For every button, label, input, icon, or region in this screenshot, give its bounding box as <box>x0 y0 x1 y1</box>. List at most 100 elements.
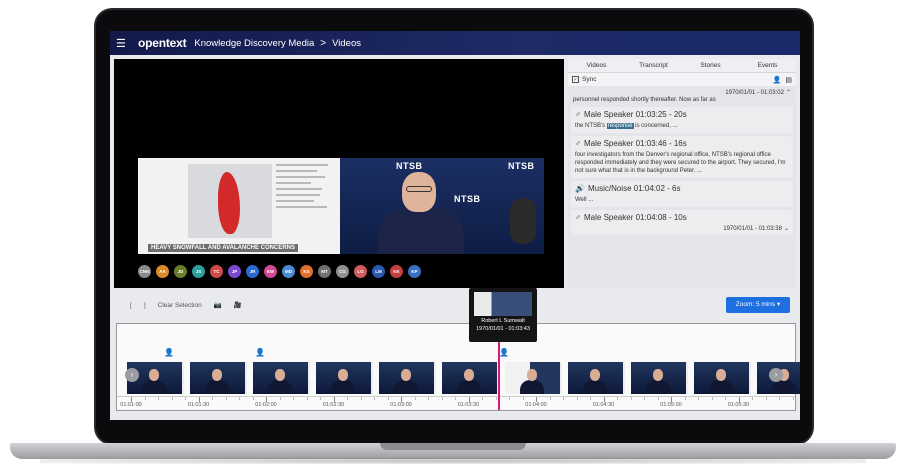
participant-avatar: KK <box>390 264 403 278</box>
clear-selection-button[interactable]: Clear Selection <box>158 302 202 309</box>
panel-tabs: Videos Transcript Stories Events <box>568 59 796 73</box>
brand-logo[interactable]: opentext <box>138 36 187 50</box>
participant-avatar: TC <box>210 264 223 278</box>
axis-minor-tick <box>549 397 551 400</box>
speaker-icon: 🔊 <box>575 184 585 193</box>
breadcrumb-chevron-icon: > <box>320 37 327 49</box>
presentation-slide: HEAVY SNOWFALL AND AVALANCHE CONCERNS <box>138 158 340 254</box>
zoom-dropdown-button[interactable]: Zoom: 5 mins ▾ <box>726 297 790 313</box>
speaker-body <box>378 208 464 254</box>
timeline-controls: [ ] Clear Selection 📷 🎥 Zoom: 5 mins ▾ <box>114 293 796 317</box>
search-highlight[interactable]: response <box>606 123 634 129</box>
timeline[interactable]: 👤 👤 👤 ‹ › 01:01:00 01:01:30 01:02:00 01:02:… <box>116 323 800 411</box>
axis-tick-label: 01:05:30 <box>727 402 750 408</box>
timeline-thumbnail[interactable] <box>694 362 751 394</box>
axis-minor-tick <box>441 397 443 400</box>
hover-tooltip: Robert L Sumwalt 1970/01/01 - 01:03:43 <box>469 288 537 342</box>
timeline-thumbnail[interactable] <box>505 362 562 394</box>
axis-minor-tick <box>765 397 767 400</box>
thumbnail-person-head <box>464 369 474 381</box>
segment-text: four investigators from the Denver's reg… <box>575 152 786 174</box>
chevron-right-icon[interactable]: › <box>769 368 783 382</box>
participant-avatar: KW <box>264 264 277 278</box>
chevron-up-icon[interactable]: ⌃ <box>786 89 791 96</box>
axis-minor-tick <box>171 397 173 400</box>
thumbnail-person-body <box>520 380 544 394</box>
timeline-thumbnail[interactable] <box>568 362 625 394</box>
mark-out-button[interactable]: ] <box>144 302 146 309</box>
axis-minor-tick <box>792 397 794 400</box>
axis-tick-label: 01:01:30 <box>187 402 210 408</box>
speaker-glasses <box>406 186 432 192</box>
tab-transcript[interactable]: Transcript <box>625 59 682 72</box>
participant-avatar: JP <box>228 264 241 278</box>
laptop-shadow <box>40 458 866 464</box>
axis-tick-label: 01:01:00 <box>120 402 142 408</box>
transcript-segment[interactable]: ♂ Male Speaker 01:04:08 - 10s 1970/01/01… <box>571 210 793 235</box>
chevron-down-icon[interactable]: ⌄ <box>784 225 789 232</box>
top-bar: ☰ opentext Knowledge Discovery Media > V… <box>110 31 800 55</box>
timeline-thumbnail[interactable] <box>190 362 247 394</box>
sync-checkbox[interactable]: ✓ <box>572 76 579 83</box>
right-panel: Videos Transcript Stories Events ✓ Sync … <box>568 59 796 288</box>
male-icon: ♂ <box>575 139 581 148</box>
axis-minor-tick <box>428 397 429 400</box>
video-player[interactable]: HEAVY SNOWFALL AND AVALANCHE CONCERNS NT… <box>114 59 564 288</box>
thumbnail-person-head <box>338 369 348 381</box>
ntsb-sign: NTSB <box>508 161 535 171</box>
person-icon: 👤 <box>255 348 265 357</box>
participant-avatar: CNN <box>138 264 151 278</box>
axis-minor-tick <box>252 397 254 400</box>
breadcrumb-videos[interactable]: Videos <box>332 38 361 49</box>
bottom-timestamp: 1970/01/01 - 01:03:38 <box>723 225 782 232</box>
mark-in-button[interactable]: [ <box>130 302 132 309</box>
slide-caption: HEAVY SNOWFALL AND AVALANCHE CONCERNS <box>148 244 299 252</box>
hamburger-icon[interactable]: ☰ <box>116 37 130 50</box>
thumbnail-person-body <box>268 380 292 394</box>
participant-avatar: JR <box>246 264 259 278</box>
transcript-segment[interactable]: ♂ Male Speaker 01:03:46 - 16s four inves… <box>571 136 793 178</box>
speaker-video-tile: NTSB NTSB NTSB <box>340 158 544 254</box>
video-camera-icon[interactable]: 🎥 <box>234 301 242 309</box>
participant-avatar: CG <box>336 264 349 278</box>
axis-minor-tick <box>590 397 591 400</box>
tab-stories[interactable]: Stories <box>682 59 739 72</box>
timeline-thumbnail[interactable] <box>253 362 310 394</box>
laptop-notch <box>380 443 526 450</box>
timeline-thumbnail[interactable] <box>442 362 499 394</box>
axis-tick-label: 01:02:30 <box>322 402 345 408</box>
thumbnail-person-body <box>394 380 418 394</box>
thumbnail-person-head <box>149 369 159 381</box>
tooltip-timestamp: 1970/01/01 - 01:03:43 <box>476 326 530 332</box>
camera-icon[interactable]: 📷 <box>214 301 222 309</box>
axis-minor-tick <box>779 397 780 400</box>
timeline-thumbnail[interactable] <box>379 362 436 394</box>
thumbnail-person-body <box>457 380 481 394</box>
timeline-thumbnail[interactable] <box>316 362 373 394</box>
thumbnail-person-body <box>709 380 733 394</box>
segment-text: the NTSB's <box>575 123 607 129</box>
tab-events[interactable]: Events <box>739 59 796 72</box>
axis-minor-tick <box>725 397 726 400</box>
thumbnail-person-body <box>142 380 166 394</box>
axis-minor-tick <box>563 397 564 400</box>
caption-icon[interactable]: ▤ <box>785 76 792 84</box>
person-icon: 👤 <box>164 348 174 357</box>
transcript-segment[interactable]: 🔊 Music/Noise 01:04:02 - 6s Well ... <box>571 181 793 207</box>
thumbnail-person-head <box>401 369 411 381</box>
chevron-left-icon[interactable]: ‹ <box>125 368 139 382</box>
axis-minor-tick <box>158 397 159 400</box>
timeline-thumbnail[interactable] <box>631 362 688 394</box>
axis-minor-tick <box>347 397 348 400</box>
microphone <box>510 198 536 244</box>
transcript-segment[interactable]: ♂ Male Speaker 01:03:25 - 20s the NTSB's… <box>571 107 793 133</box>
tab-videos[interactable]: Videos <box>568 59 625 72</box>
tooltip-thumbnail <box>474 292 532 316</box>
axis-minor-tick <box>684 397 686 400</box>
axis-minor-tick <box>360 397 362 400</box>
playhead[interactable] <box>498 341 500 410</box>
app-name[interactable]: Knowledge Discovery Media <box>194 38 314 49</box>
participant-avatar: KP <box>408 264 421 278</box>
person-icon[interactable]: 👤 <box>773 76 782 84</box>
male-icon: ♂ <box>575 110 581 119</box>
